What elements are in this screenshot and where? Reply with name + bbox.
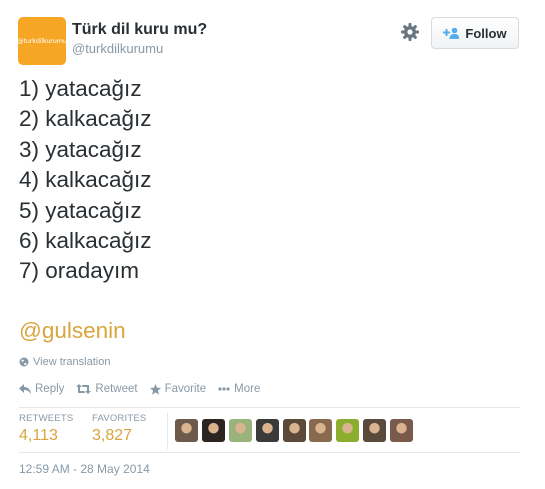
favoriters-list [175,419,417,442]
retweet-icon [76,384,92,394]
follow-label: Follow [465,25,507,41]
favorites-label: FAVORITES [92,413,147,424]
retweet-button[interactable]: Retweet [76,383,138,395]
favoriter-avatar[interactable] [336,419,360,442]
favoriter-avatar[interactable] [175,419,198,442]
favoriter-avatar[interactable] [390,419,414,442]
tweet-line: 5) yatacağız [19,197,142,223]
reply-button[interactable]: Reply [19,383,64,395]
tweet-actions: Reply Retweet Favorite More [19,383,272,395]
tweet-line: 3) yatacağız [19,136,142,162]
retweet-label: Retweet [95,383,138,395]
retweets-label: RETWEETS [19,413,74,424]
stats-separator [167,413,168,449]
tweet-line: 2) kalkacağız [19,106,152,132]
follow-button[interactable]: Follow [431,17,519,49]
view-translation-label: View translation [33,356,111,368]
favoriter-avatar[interactable] [255,419,279,442]
more-button[interactable]: More [218,383,260,395]
timestamp[interactable]: 12:59 AM - 28 May 2014 [19,462,150,476]
star-icon [149,383,161,395]
tweet-line: 6) kalkacağız [19,227,152,253]
tweet-line: 4) kalkacağız [19,167,152,193]
favoriter-avatar[interactable] [228,419,252,442]
tweet-line: 7) oradayım [19,258,140,284]
favoriter-avatar[interactable] [363,419,387,442]
retweets-stat[interactable]: RETWEETS 4,113 [19,413,73,445]
reply-label: Reply [35,383,65,395]
divider [19,452,520,453]
view-translation-link[interactable]: View translation [19,356,110,368]
user-handle[interactable]: @turkdilkurumu [72,41,163,56]
more-icon [218,387,230,391]
gear-icon[interactable] [400,22,420,42]
favoriter-avatar[interactable] [201,419,225,442]
favorite-button[interactable]: Favorite [149,383,207,395]
tweet-text: 1) yatacağız 2) kalkacağız 3) yatacağız … [19,74,152,287]
retweets-count: 4,113 [19,427,58,444]
more-label: More [234,383,261,395]
favoriter-avatar[interactable] [309,419,333,442]
globe-icon [19,357,29,367]
display-name[interactable]: Türk dil kuru mu? [72,21,207,39]
avatar-text: @turkdilkurumu [17,37,67,45]
add-user-icon [443,27,460,39]
reply-icon [19,384,31,394]
mention-link[interactable]: @gulsenin [19,318,126,344]
favorites-count: 3,827 [92,427,133,444]
avatar[interactable]: @turkdilkurumu [17,17,67,65]
favorite-label: Favorite [164,383,207,395]
tweet-line: 1) yatacağız [19,76,142,101]
divider [19,407,520,408]
favoriter-avatar[interactable] [282,419,306,442]
favorites-stat[interactable]: FAVORITES 3,827 [92,413,146,445]
